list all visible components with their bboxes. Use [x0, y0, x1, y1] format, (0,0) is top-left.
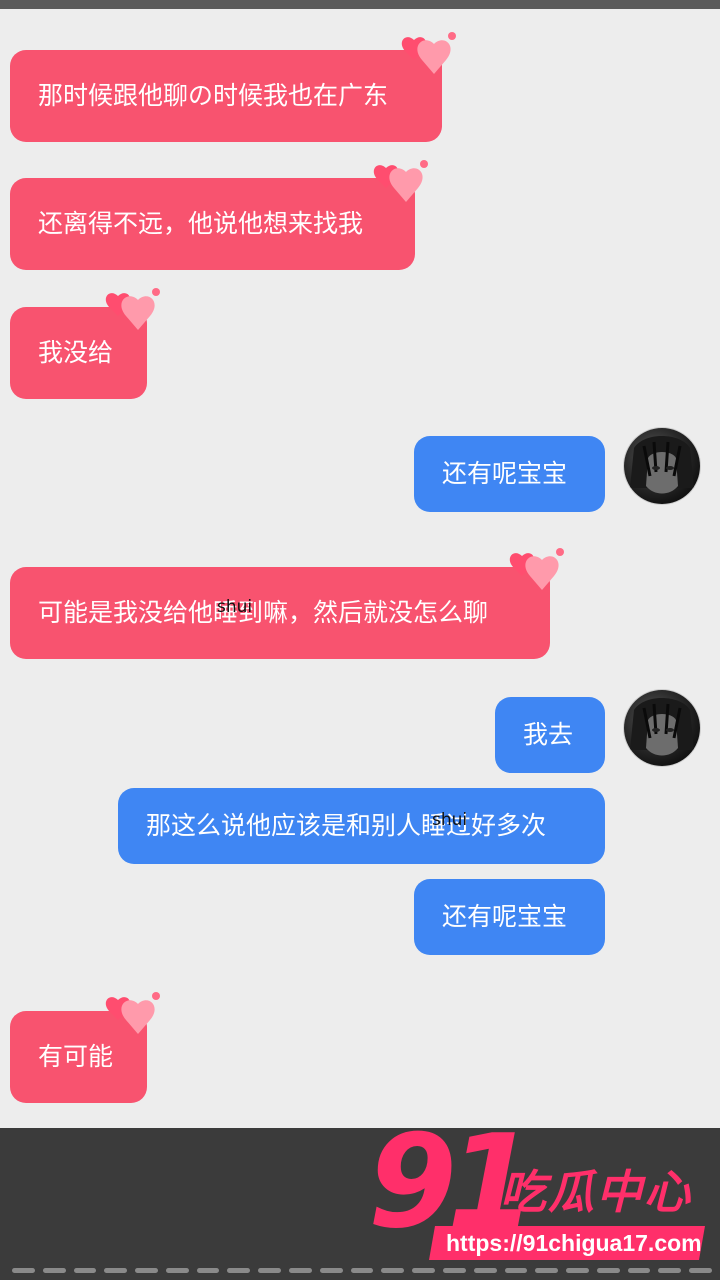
message-text: 还离得不远，他说他想来找我 [38, 209, 364, 238]
avatar[interactable] [624, 428, 700, 504]
avatar[interactable] [624, 690, 700, 766]
hearts-icon [105, 288, 160, 330]
message-bubble-left[interactable]: 可能是我没给他睡到嘛，然后就没怎么聊 [10, 567, 550, 659]
message-text: 那时候跟他聊の时候我也在广东 [38, 81, 389, 110]
message-text: 我没给 [38, 338, 114, 367]
watermark-name: 吃瓜中心 [500, 1165, 692, 1219]
top-status-strip [0, 0, 720, 9]
watermark-url: https://91chigua17.com [446, 1230, 702, 1256]
video-progress-dashes [12, 1268, 712, 1274]
hearts-icon [105, 992, 160, 1034]
message-bubble-left[interactable]: 那时候跟他聊の时候我也在广东 [10, 50, 442, 142]
message-bubble-right[interactable]: 我去 [495, 697, 605, 773]
message-bubble-left[interactable]: 还离得不远，他说他想来找我 [10, 178, 415, 270]
message-text: 我去 [523, 720, 574, 749]
hearts-icon [401, 32, 456, 74]
message-bubble-right[interactable]: 还有呢宝宝 [414, 436, 605, 512]
chat-screen: 那时候跟他聊の时候我也在广东 还离得不远，他说他想来找我 我没给 还有呢宝宝 可… [0, 0, 720, 1280]
message-text: 还有呢宝宝 [442, 902, 568, 931]
message-text: 那这么说他应该是和别人睡过好多次 [146, 811, 547, 840]
message-text: 可能是我没给他睡到嘛，然后就没怎么聊 [38, 598, 489, 627]
censor-annotation: shui [217, 597, 253, 617]
hearts-icon [509, 548, 564, 590]
censor-annotation: shui [432, 810, 468, 830]
message-bubble-right[interactable]: 还有呢宝宝 [414, 879, 605, 955]
hearts-icon [373, 160, 428, 202]
message-text: 还有呢宝宝 [442, 459, 568, 488]
message-bubble-right[interactable]: 那这么说他应该是和别人睡过好多次 [118, 788, 605, 864]
message-text: 有可能 [38, 1042, 114, 1071]
